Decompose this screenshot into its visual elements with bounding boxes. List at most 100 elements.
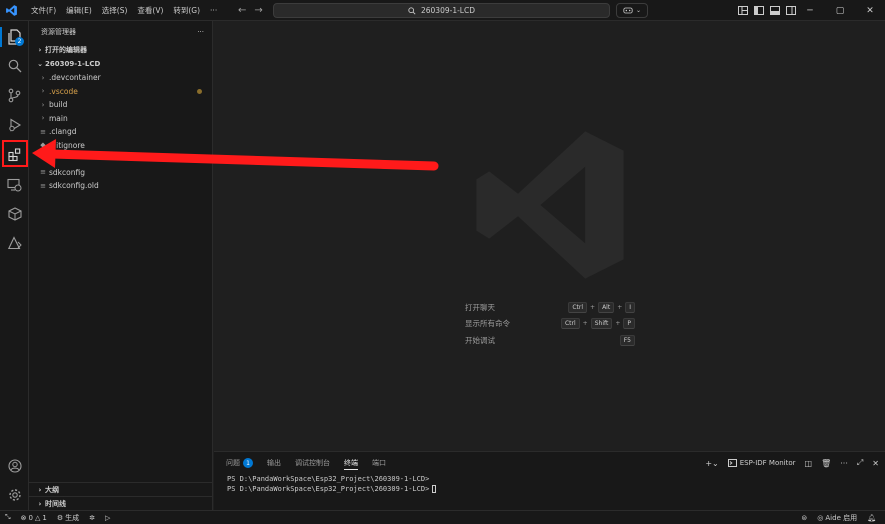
folder-section[interactable]: ⌄ 260309-1-LCD	[29, 57, 212, 71]
notifications-bell-icon[interactable]: 🔔︎	[862, 511, 881, 524]
tree-item-devcontainer[interactable]: › .devcontainer	[29, 71, 212, 85]
shortcut-label: 开始调试	[465, 335, 495, 345]
folder-label: 260309-1-LCD	[45, 60, 101, 68]
tree-item-build[interactable]: › build	[29, 98, 212, 112]
shortcut-keys: F5	[619, 334, 635, 346]
tree-item-vscode[interactable]: › .vscode	[29, 85, 212, 99]
restore-icon[interactable]: ▢	[825, 0, 855, 21]
account-icon[interactable]	[0, 452, 29, 480]
minimize-icon[interactable]: ─	[795, 0, 825, 21]
tree-item-gitignore[interactable]: ◆ .gitignore	[29, 139, 212, 153]
menu-more[interactable]: ···	[205, 0, 222, 21]
aide-label: Aide 启用	[825, 514, 858, 522]
vscode-logo-icon	[0, 0, 22, 21]
menu-edit[interactable]: 编辑(E)	[61, 0, 97, 21]
open-editors-section[interactable]: › 打开的编辑器	[29, 43, 212, 57]
terminal-cursor	[432, 485, 437, 493]
source-control-icon[interactable]	[0, 81, 29, 109]
tree-item-clangd[interactable]: ≡ .clangd	[29, 125, 212, 139]
remote-explorer-icon[interactable]	[0, 171, 29, 199]
run-icon[interactable]: ▷	[100, 511, 115, 524]
esp-idf-icon[interactable]	[0, 229, 29, 257]
copilot-status-icon[interactable]: ⊜	[796, 511, 812, 524]
tree-item-sdkconfig[interactable]: ≡ sdkconfig	[29, 166, 212, 180]
menu-file[interactable]: 文件(F)	[26, 0, 61, 21]
shortcut-open-chat[interactable]: 打开聊天 Ctrl + Alt + I	[465, 299, 635, 316]
tree-item-main[interactable]: › main	[29, 112, 212, 126]
package-icon[interactable]	[0, 200, 29, 228]
close-panel-icon[interactable]: ✕	[872, 459, 879, 468]
explorer-badge: 2	[15, 37, 24, 46]
explorer-icon[interactable]: 2	[0, 23, 29, 51]
menu-selection[interactable]: 选择(S)	[97, 0, 133, 21]
shortcut-show-commands[interactable]: 显示所有命令 Ctrl + Shift + P	[465, 316, 635, 333]
warning-icon: △	[34, 513, 41, 522]
navigation-arrows: ← →	[238, 0, 263, 21]
tab-label: 输出	[267, 459, 281, 467]
chevron-right-icon: ›	[41, 100, 45, 109]
tab-terminal[interactable]: 终端	[344, 452, 358, 474]
search-icon[interactable]	[0, 52, 29, 80]
timeline-section[interactable]: › 时间线	[29, 496, 213, 510]
settings-gear-icon[interactable]	[0, 481, 29, 509]
menu-go[interactable]: 转到(G)	[168, 0, 205, 21]
tab-label: 终端	[344, 459, 358, 467]
problems-badge: 1	[243, 458, 253, 468]
shortcut-start-debug[interactable]: 开始调试 F5	[465, 332, 635, 349]
tab-ports[interactable]: 端口	[372, 452, 386, 474]
git-diamond-icon: ◆	[40, 141, 46, 150]
tab-label: 端口	[372, 459, 386, 467]
toggle-primary-sidebar-icon[interactable]	[754, 6, 764, 15]
outline-section[interactable]: › 大纲	[29, 482, 213, 496]
forward-arrow-icon[interactable]: →	[254, 5, 262, 16]
more-actions-icon[interactable]: ···	[840, 459, 848, 468]
shortcut-hints: 打开聊天 Ctrl + Alt + I 显示所有命令 Ctrl + Shift + P …	[465, 299, 635, 349]
tab-problems[interactable]: 问题 1	[226, 452, 253, 474]
tree-item-label: sdkconfig	[49, 167, 85, 177]
problems-status[interactable]: ⊗ 0 △ 1	[16, 511, 52, 524]
trash-icon[interactable]: 🗑︎	[821, 459, 831, 468]
chevron-right-icon: ›	[38, 46, 42, 54]
copilot-button[interactable]: ⌄	[616, 3, 648, 18]
extensions-highlight-box	[2, 140, 28, 167]
remote-indicator-icon[interactable]: ⤡	[0, 511, 16, 524]
title-bar: 文件(F) 编辑(E) 选择(S) 查看(V) 转到(G) ··· ← → 26…	[0, 0, 885, 21]
tree-item-label: .gitignore	[49, 140, 85, 150]
close-icon[interactable]: ✕	[855, 0, 885, 21]
tab-debug-console[interactable]: 调试控制台	[295, 452, 330, 474]
tree-item-hidden[interactable]	[29, 152, 212, 166]
chevron-down-icon: ⌄	[37, 60, 43, 68]
customize-layout-icon[interactable]	[738, 6, 748, 15]
maximize-panel-icon[interactable]: ⤢	[857, 458, 863, 468]
split-terminal-icon[interactable]: ◫	[805, 459, 813, 468]
aide-status[interactable]: ◎ Aide 启用	[812, 511, 862, 524]
build-status[interactable]: ⚙ 生成	[52, 511, 84, 524]
menu-view[interactable]: 查看(V)	[132, 0, 168, 21]
command-center-search[interactable]: 260309-1-LCD	[273, 3, 610, 18]
menu-bar: 文件(F) 编辑(E) 选择(S) 查看(V) 转到(G) ···	[26, 0, 222, 21]
shortcut-label: 打开聊天	[465, 302, 495, 312]
terminal-selector[interactable]: ESP-IDF Monitor	[727, 459, 796, 467]
copilot-icon	[623, 7, 633, 14]
run-debug-icon[interactable]	[0, 111, 29, 139]
toggle-panel-icon[interactable]	[770, 6, 780, 15]
more-actions-icon[interactable]: ···	[197, 28, 204, 36]
chevron-right-icon: ›	[41, 73, 45, 82]
editor-area: 打开聊天 Ctrl + Alt + I 显示所有命令 Ctrl + Shift + P …	[214, 21, 885, 451]
new-terminal-icon[interactable]: +⌄	[705, 459, 718, 468]
key-cap: Alt	[598, 301, 615, 313]
shortcut-label: 显示所有命令	[465, 319, 510, 329]
tab-output[interactable]: 输出	[267, 452, 281, 474]
debug-icon[interactable]: ✲	[84, 511, 100, 524]
tree-item-sdkconfig-old[interactable]: ≡ sdkconfig.old	[29, 179, 212, 193]
tree-item-label: sdkconfig.old	[49, 181, 99, 191]
chevron-right-icon: ›	[38, 485, 42, 494]
back-arrow-icon[interactable]: ←	[238, 5, 246, 16]
bottom-panel: 问题 1 输出 调试控制台 终端 端口 +⌄ ESP-IDF Monitor ◫…	[214, 451, 885, 510]
key-cap: I	[625, 301, 635, 313]
terminal-line[interactable]: PS D:\PandaWorkSpace\Esp32_Project\26030…	[214, 484, 885, 494]
timeline-label: 时间线	[45, 499, 66, 508]
chevron-down-icon: ⌄	[635, 7, 642, 14]
sidebar-bottom-sections: › 大纲 › 时间线	[29, 482, 213, 510]
key-cap: Ctrl	[568, 301, 588, 313]
